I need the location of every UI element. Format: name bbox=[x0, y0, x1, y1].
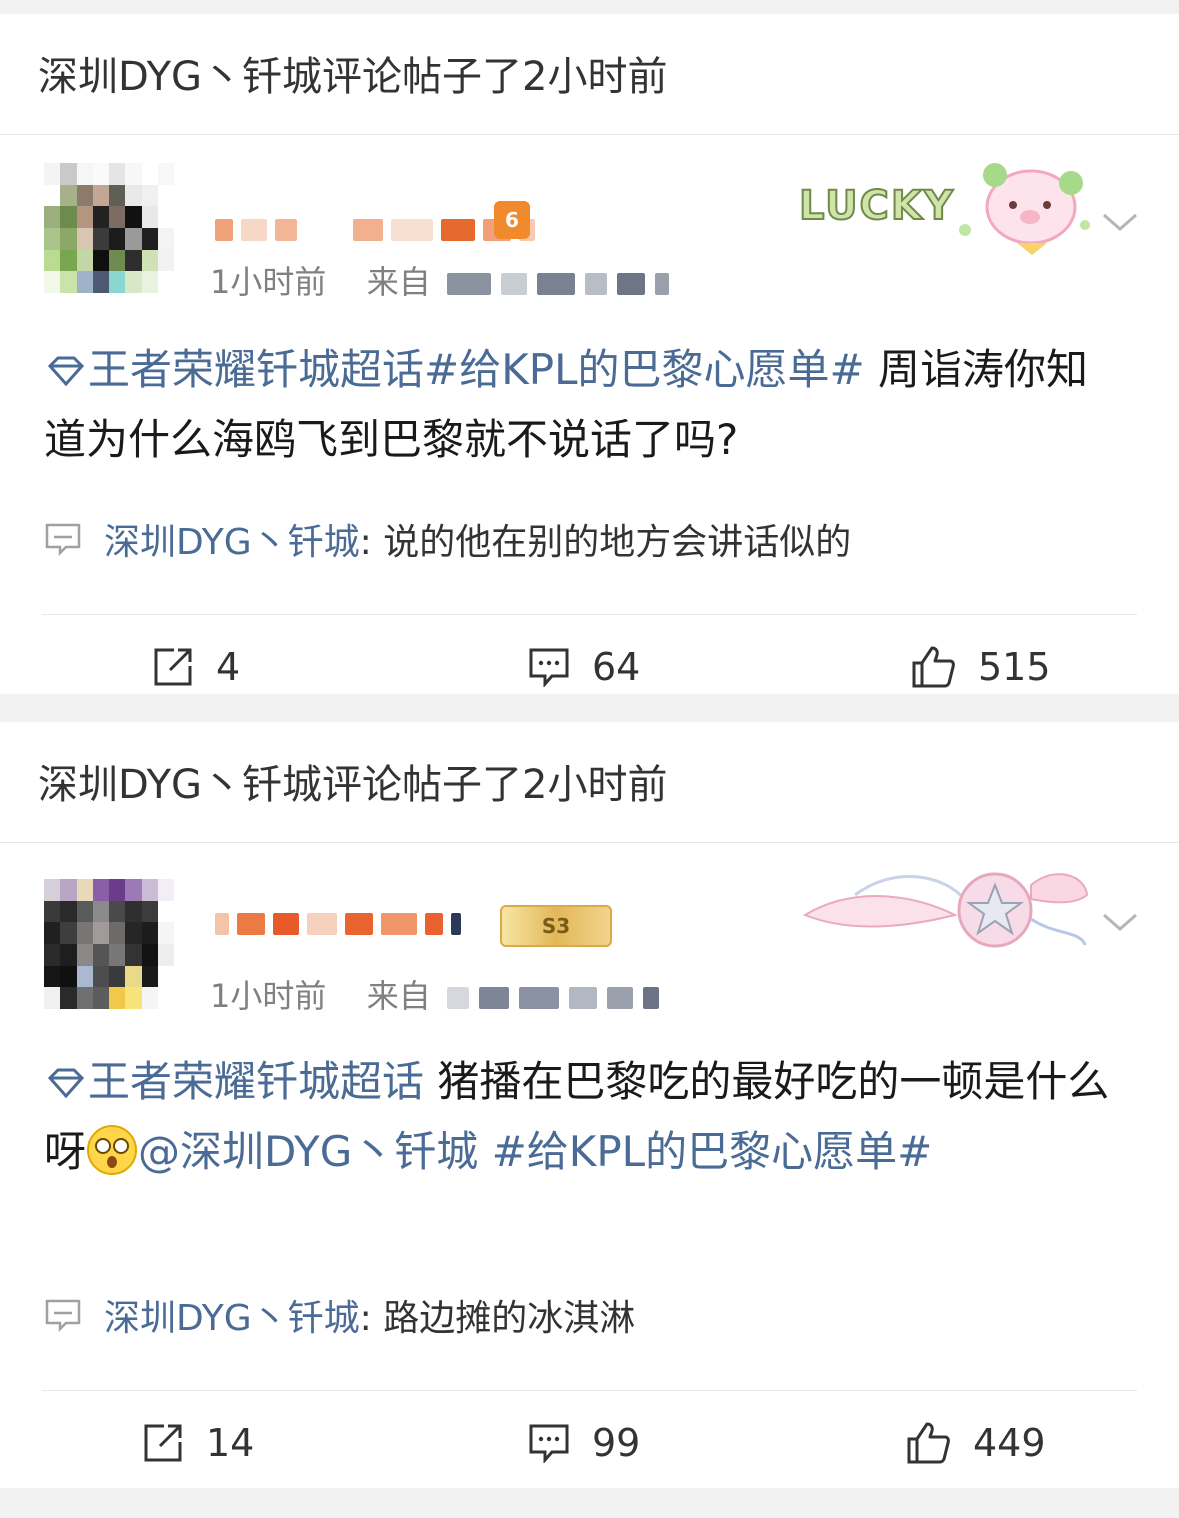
comment-count: 64 bbox=[592, 645, 641, 689]
comment-author[interactable]: 深圳DYG丶钎城 bbox=[104, 513, 360, 565]
chevron-down-icon[interactable] bbox=[1100, 901, 1140, 941]
comment-icon bbox=[45, 1299, 81, 1332]
username-redacted[interactable] bbox=[215, 909, 461, 939]
comment-button[interactable]: 64 bbox=[528, 627, 640, 707]
repost-button[interactable]: 4 bbox=[152, 627, 240, 707]
supertopic-link[interactable]: 王者荣耀钎城超话 bbox=[88, 345, 424, 394]
avatar[interactable] bbox=[44, 163, 174, 293]
level-badge: S3 bbox=[500, 905, 612, 947]
action-bar: 4 64 515 bbox=[0, 627, 1179, 707]
mention-link[interactable]: @深圳DYG丶钎城 bbox=[138, 1127, 478, 1176]
level-badge: 6 bbox=[494, 201, 530, 239]
repost-count: 4 bbox=[216, 645, 241, 689]
activity-header: 深圳DYG丶钎城评论帖子了2小时前 bbox=[0, 14, 1179, 135]
post-time: 1小时前 bbox=[210, 977, 327, 1015]
post-content: 王者荣耀钎城超话#给KPL的巴黎心愿单# 周诣涛你知道为什么海鸥飞到巴黎就不说话… bbox=[44, 335, 1119, 475]
like-count: 515 bbox=[978, 645, 1051, 689]
source-label: 来自 bbox=[366, 263, 431, 301]
repost-button[interactable]: 14 bbox=[142, 1403, 254, 1483]
username-redacted[interactable] bbox=[215, 215, 535, 245]
top-gap bbox=[0, 0, 1179, 14]
repost-icon bbox=[154, 648, 192, 686]
comment-text: : 说的他在别的地方会讲话似的 bbox=[359, 522, 852, 563]
feed-card-2[interactable]: 深圳DYG丶钎城评论帖子了2小时前 S3 1小时前 来自 王者荣耀钎城超话 猪播… bbox=[0, 722, 1179, 1488]
source-redacted bbox=[446, 265, 679, 303]
lucky-pig-decoration: LUCKY bbox=[795, 155, 1095, 265]
feed-card-1[interactable]: 深圳DYG丶钎城评论帖子了2小时前 6 1小时前 来自 LUCKY 王者荣耀钎城… bbox=[0, 14, 1179, 694]
comment-icon bbox=[45, 523, 81, 556]
hashtag-link[interactable]: #给KPL的巴黎心愿单# bbox=[478, 1127, 933, 1176]
like-icon bbox=[907, 1422, 950, 1464]
comment-text: : 路边摊的冰淇淋 bbox=[359, 1298, 636, 1339]
action-bar: 14 99 449 bbox=[0, 1403, 1179, 1483]
like-icon bbox=[912, 646, 955, 688]
post: 6 1小时前 来自 LUCKY 王者荣耀钎城超话#给KPL的巴黎心愿单# 周诣涛… bbox=[0, 135, 1179, 695]
post-meta: 1小时前 来自 bbox=[210, 257, 679, 303]
featured-comment[interactable]: 深圳DYG丶钎城: 说的他在别的地方会讲话似的 bbox=[44, 513, 1139, 565]
like-button[interactable]: 515 bbox=[910, 627, 1051, 707]
post: S3 1小时前 来自 王者荣耀钎城超话 猪播在巴黎吃的最好吃的一顿是什么呀 @深… bbox=[0, 843, 1179, 1489]
supertopic-link[interactable]: 王者荣耀钎城超话 bbox=[88, 1057, 424, 1106]
comment-author[interactable]: 深圳DYG丶钎城 bbox=[104, 1289, 360, 1341]
chevron-down-icon[interactable] bbox=[1100, 201, 1140, 241]
featured-comment[interactable]: 深圳DYG丶钎城: 路边摊的冰淇淋 bbox=[44, 1289, 1139, 1341]
avatar-mosaic bbox=[44, 879, 174, 1009]
comment-icon bbox=[529, 1424, 569, 1463]
activity-header: 深圳DYG丶钎城评论帖子了2小时前 bbox=[0, 722, 1179, 843]
source-redacted bbox=[446, 979, 669, 1017]
divider bbox=[42, 1390, 1137, 1391]
avatar[interactable] bbox=[44, 879, 174, 1009]
surprised-emoji-icon bbox=[87, 1125, 138, 1175]
supertopic-gem-icon bbox=[47, 1068, 85, 1098]
source-label: 来自 bbox=[366, 977, 431, 1015]
post-meta: 1小时前 来自 bbox=[210, 971, 669, 1017]
comment-button[interactable]: 99 bbox=[528, 1403, 640, 1483]
avatar-mosaic bbox=[44, 163, 174, 293]
divider bbox=[42, 614, 1137, 615]
repost-icon bbox=[144, 1424, 182, 1462]
like-button[interactable]: 449 bbox=[905, 1403, 1046, 1483]
ribbon-wing-decoration bbox=[795, 855, 1095, 965]
hashtag-link[interactable]: #给KPL的巴黎心愿单# bbox=[424, 345, 865, 394]
comment-count: 99 bbox=[592, 1421, 641, 1465]
post-content: 王者荣耀钎城超话 猪播在巴黎吃的最好吃的一顿是什么呀 @深圳DYG丶钎城 #给K… bbox=[44, 1047, 1119, 1187]
comment-icon bbox=[529, 648, 569, 687]
like-count: 449 bbox=[973, 1421, 1046, 1465]
decor-lucky-text: LUCKY bbox=[798, 182, 955, 230]
repost-count: 14 bbox=[206, 1421, 255, 1465]
post-time: 1小时前 bbox=[210, 263, 327, 301]
supertopic-gem-icon bbox=[47, 356, 85, 386]
